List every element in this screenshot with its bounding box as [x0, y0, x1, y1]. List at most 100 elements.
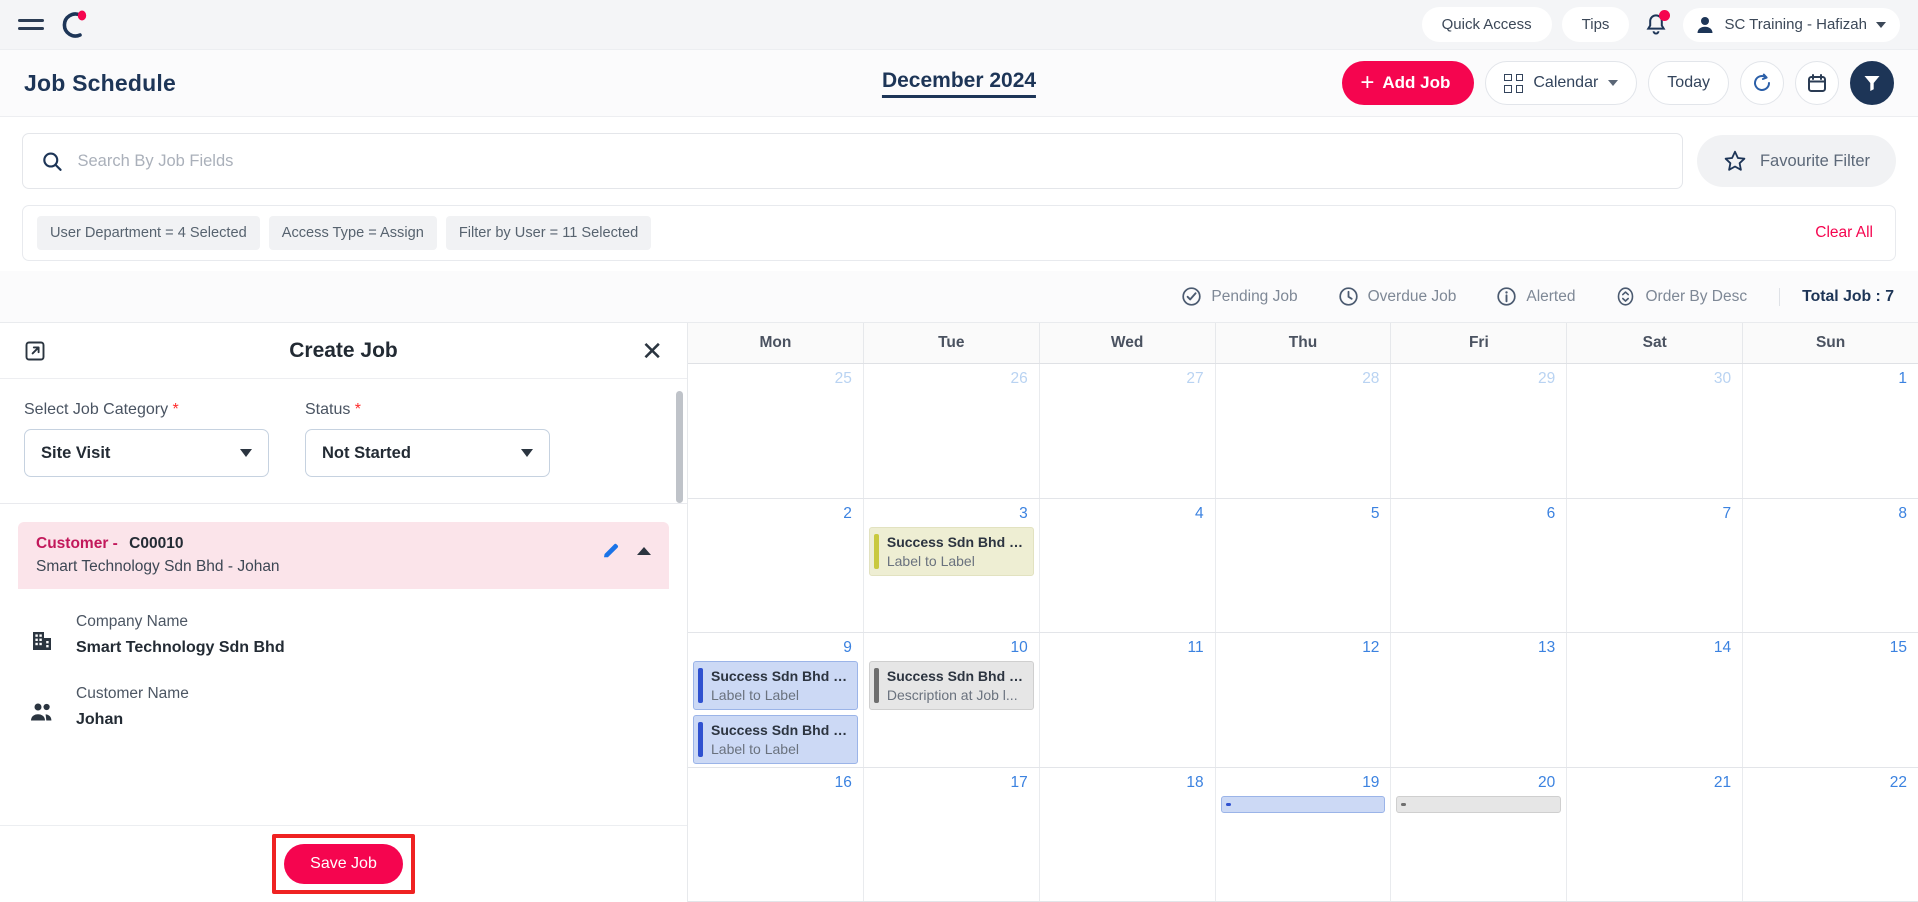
event-color-bar	[698, 722, 703, 757]
calendar-event[interactable]	[1396, 795, 1562, 813]
calendar-day-number: 12	[1362, 639, 1380, 656]
user-account-menu[interactable]: SC Training - Hafizah	[1683, 7, 1900, 42]
overdue-job-filter[interactable]: Overdue Job	[1320, 286, 1475, 307]
order-by-toggle[interactable]: Order By Desc	[1597, 286, 1765, 307]
calendar-day-cell[interactable]: 4	[1040, 498, 1216, 632]
calendar-event[interactable]: Success Sdn Bhd - J... Label to Label	[868, 526, 1034, 576]
calendar-day-number: 15	[1889, 639, 1908, 656]
filter-chip[interactable]: Filter by User = 11 Selected	[445, 216, 652, 250]
calendar-event[interactable]: Success Sdn Bhd - J... Description at Job…	[868, 661, 1034, 710]
customer-fields: Company Name Smart Technology Sdn Bhd Cu…	[18, 589, 669, 761]
today-button[interactable]: Today	[1648, 61, 1729, 105]
view-mode-selector[interactable]: Calendar	[1485, 61, 1638, 105]
calendar-day-cell[interactable]: 9 Success Sdn Bhd - J... Label to Label Suc…	[688, 633, 864, 767]
pending-job-filter[interactable]: Pending Job	[1163, 286, 1315, 307]
calendar-day-cell[interactable]: 10 Success Sdn Bhd - J... Description at J…	[864, 633, 1040, 767]
close-icon[interactable]: ✕	[641, 338, 663, 364]
refresh-button[interactable]	[1740, 61, 1784, 105]
customer-code: C00010	[129, 535, 184, 552]
calendar-day-cell[interactable]: 12	[1216, 633, 1392, 767]
open-in-new-window-icon[interactable]	[24, 340, 46, 362]
status-select[interactable]: Not Started	[305, 429, 550, 477]
calendar-day-cell[interactable]: 21	[1567, 767, 1744, 901]
calendar-day-cell[interactable]: 27	[1040, 364, 1216, 498]
search-box[interactable]	[22, 133, 1683, 189]
clock-icon	[1338, 287, 1358, 306]
alerted-filter[interactable]: Alerted	[1478, 286, 1593, 307]
calendar-day-cell[interactable]: 3 Success Sdn Bhd - J... Label to Label	[864, 498, 1040, 632]
add-job-button[interactable]: + Add Job	[1342, 61, 1475, 105]
customer-card-header-text: Customer - C00010 Smart Technology Sdn B…	[36, 535, 280, 576]
job-status-toolbar: Pending Job Overdue Job Alerted Order By…	[0, 271, 1918, 323]
search-toolbar: Favourite Filter	[0, 117, 1918, 197]
panel-title: Create Job	[289, 338, 398, 362]
event-title: Success Sdn Bhd - J...	[886, 668, 1026, 684]
grid-view-icon	[1504, 73, 1524, 93]
filter-button[interactable]	[1850, 61, 1894, 105]
calendar-event[interactable]	[1220, 795, 1386, 813]
app-logo-icon[interactable]	[58, 8, 92, 42]
calendar-day-cell[interactable]: 2	[688, 498, 864, 632]
calendar-day-cell[interactable]: 28	[1216, 364, 1392, 498]
calendar-day-cell[interactable]: 8	[1743, 499, 1918, 633]
customer-card-header[interactable]: Customer - C00010 Smart Technology Sdn B…	[18, 522, 669, 589]
calendar-day-cell[interactable]: 26	[864, 364, 1040, 498]
save-job-button[interactable]: Save Job	[284, 844, 403, 884]
menu-icon[interactable]	[18, 15, 44, 35]
notifications-button[interactable]	[1639, 8, 1673, 42]
status-label: Status *	[305, 401, 550, 419]
calendar-day-cell[interactable]: 7	[1567, 498, 1744, 632]
check-circle-icon	[1182, 287, 1202, 306]
calendar-day-cell[interactable]: 5	[1216, 498, 1392, 632]
required-asterisk: *	[168, 401, 179, 418]
collapse-customer-icon[interactable]	[637, 547, 651, 555]
calendar-event[interactable]: Success Sdn Bhd - J... Label to Label	[693, 715, 858, 764]
calendar-day-number: 20	[1538, 773, 1556, 791]
calendar-day-cell[interactable]: 6	[1391, 498, 1568, 632]
calendar-day-cell[interactable]: 25	[688, 364, 864, 498]
calendar-day-cell[interactable]: 1	[1743, 364, 1918, 498]
calendar-day-cell[interactable]: 11	[1040, 633, 1216, 767]
panel-scrollbar[interactable]	[676, 391, 683, 503]
current-month-label[interactable]: December 2024	[881, 69, 1037, 98]
calendar-day-cell[interactable]: 19	[1216, 767, 1392, 901]
calendar-day-number: 27	[1186, 370, 1204, 387]
filter-chip[interactable]: Access Type = Assign	[268, 216, 437, 250]
favourite-filter-button[interactable]: Favourite Filter	[1696, 135, 1896, 187]
customer-card: Customer - C00010 Smart Technology Sdn B…	[18, 522, 669, 761]
total-job-counter: Total Job : 7	[1779, 287, 1894, 306]
day-header-thu: Thu	[1216, 323, 1392, 363]
job-category-select[interactable]: Site Visit	[24, 429, 269, 477]
calendar-day-number: 3	[1019, 504, 1028, 522]
customer-card-actions	[601, 535, 651, 561]
date-picker-button[interactable]	[1795, 61, 1839, 105]
calendar-event[interactable]: Success Sdn Bhd - J... Label to Label	[693, 661, 858, 710]
calendar-day-cell[interactable]: 13	[1391, 633, 1568, 767]
calendar-view: Mon Tue Wed Thu Fri Sat Sun 25 26 27 28 29 30…	[688, 323, 1918, 902]
quick-access-button[interactable]: Quick Access	[1421, 7, 1552, 42]
calendar-day-cell[interactable]: 15	[1743, 633, 1918, 767]
calendar-day-cell[interactable]: 20	[1391, 767, 1568, 901]
calendar-day-cell[interactable]: 14	[1567, 633, 1744, 767]
user-avatar-icon	[1697, 16, 1713, 33]
tips-button[interactable]: Tips	[1561, 7, 1630, 42]
create-job-panel: Create Job ✕ Select Job Category * Site …	[0, 323, 688, 902]
calendar-day-cell[interactable]: 17	[864, 767, 1040, 901]
add-job-label: Add Job	[1382, 73, 1451, 92]
clear-all-filters-button[interactable]: Clear All	[1815, 224, 1881, 242]
calendar-day-number: 9	[843, 639, 852, 656]
calendar-day-cell[interactable]: 18	[1040, 767, 1216, 901]
search-input[interactable]	[77, 151, 1664, 171]
calendar-day-cell[interactable]: 22	[1743, 768, 1918, 902]
calendar-day-cell[interactable]: 30	[1567, 364, 1744, 498]
top-navigation-bar: Quick Access Tips SC Training - Hafizah	[0, 0, 1918, 50]
edit-customer-button[interactable]	[601, 541, 621, 561]
calendar-day-number: 25	[834, 370, 852, 387]
calendar-day-cell[interactable]: 16	[688, 767, 864, 901]
calendar-day-cell[interactable]: 29	[1391, 364, 1568, 498]
calendar-day-number: 29	[1538, 370, 1556, 387]
filter-chip[interactable]: User Department = 4 Selected	[37, 216, 260, 250]
funnel-filter-icon	[1864, 76, 1880, 91]
calendar-week-row: 2 3 Success Sdn Bhd - J... Label to Label 4 5…	[688, 498, 1918, 633]
page-title: Job Schedule	[24, 69, 176, 96]
